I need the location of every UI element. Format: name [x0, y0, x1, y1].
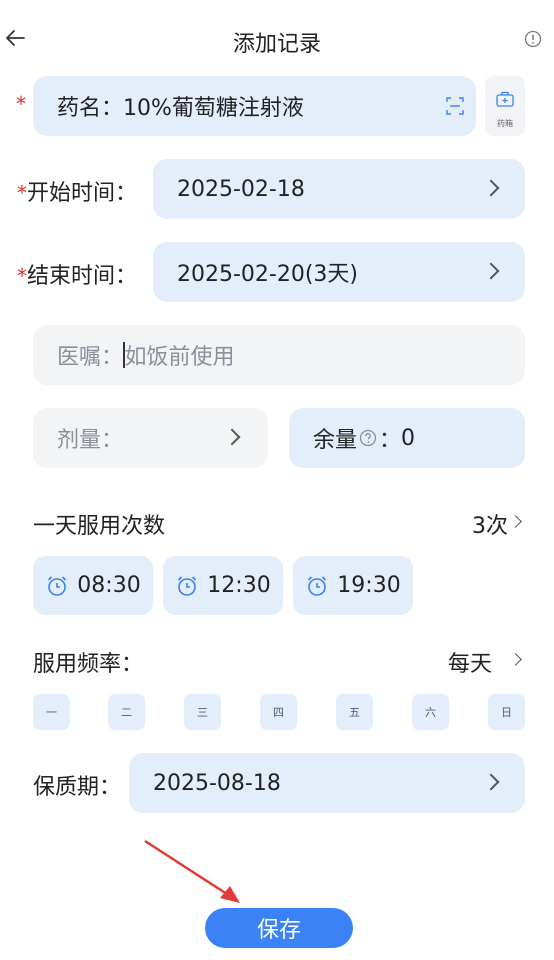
page-title: 添加记录 [232, 32, 321, 57]
drug-name-label: 药名： [57, 96, 124, 121]
medbox-button[interactable]: 药箱 [485, 76, 525, 136]
chevron-right-icon [509, 515, 522, 528]
save-button[interactable]: 保存 [205, 908, 353, 948]
reminder-time-value: 19:30 [337, 573, 401, 598]
times-per-day-selector[interactable]: 3次 [470, 508, 526, 539]
weekday-chip-wed[interactable]: 三 [184, 694, 221, 730]
annotation-arrow-icon [144, 839, 240, 903]
required-mark: * [17, 181, 27, 205]
shelf-life-label: 保质期： [33, 775, 122, 800]
weekday-chip-sat[interactable]: 六 [412, 694, 449, 730]
reminder-time-value: 12:30 [207, 573, 271, 598]
end-time-label: *结束时间： [17, 264, 138, 289]
info-icon[interactable] [524, 30, 542, 48]
weekday-chip-fri[interactable]: 五 [336, 694, 373, 730]
advice-label: 医嘱： [57, 345, 124, 370]
frequency-selector[interactable]: 每天 [446, 646, 526, 677]
advice-placeholder: 如饭前使用 [124, 345, 235, 370]
remaining-field[interactable]: 余量 ： 0 [289, 408, 525, 468]
weekday-chip-sun[interactable]: 日 [488, 694, 525, 730]
frequency-value: 每天 [448, 652, 493, 677]
reminder-time-chip[interactable]: 08:30 [33, 556, 153, 615]
weekday-chip-tue[interactable]: 二 [108, 694, 145, 730]
start-time-field[interactable]: 2025-02-18 [153, 159, 525, 219]
reminder-time-value: 08:30 [77, 573, 141, 598]
chevron-right-icon [482, 773, 500, 791]
shelf-life-value: 2025-08-18 [153, 770, 281, 796]
alarm-clock-icon [178, 575, 197, 596]
reminder-time-chip[interactable]: 12:30 [163, 556, 283, 615]
end-time-value: 2025-02-20(3天) [177, 262, 359, 287]
dose-field[interactable]: 剂量： [33, 408, 268, 468]
alarm-clock-icon [48, 575, 67, 596]
drug-name-field[interactable]: 药名： 10%葡萄糖注射液 [33, 76, 476, 136]
chevron-right-icon [509, 653, 522, 666]
weekday-chip-thu[interactable]: 四 [260, 694, 297, 730]
reminder-time-chip[interactable]: 19:30 [293, 556, 413, 615]
alarm-clock-icon [308, 575, 327, 596]
start-time-label: *开始时间： [17, 181, 138, 206]
remaining-value: 0 [401, 425, 416, 451]
chevron-right-icon [482, 262, 500, 280]
drug-name-value: 10%葡萄糖注射液 [123, 96, 304, 121]
end-time-field[interactable]: 2025-02-20(3天) [153, 242, 525, 302]
frequency-label: 服用频率： [33, 652, 144, 677]
times-per-day-value: 3次 [472, 514, 508, 539]
times-per-day-label: 一天服用次数 [33, 514, 166, 539]
medbox-label: 药箱 [497, 119, 513, 128]
chevron-right-icon [223, 428, 241, 446]
start-time-value: 2025-02-18 [177, 176, 305, 202]
remaining-label: 余量 [313, 428, 358, 453]
required-mark: * [16, 92, 26, 116]
help-icon[interactable] [359, 429, 377, 447]
shelf-life-field[interactable]: 2025-08-18 [129, 753, 525, 813]
scan-icon[interactable] [446, 97, 464, 115]
dose-label: 剂量： [57, 428, 124, 453]
weekday-chip-mon[interactable]: 一 [33, 694, 70, 730]
medbox-icon [496, 91, 514, 107]
advice-field[interactable]: 医嘱： 如饭前使用 [33, 325, 525, 385]
chevron-right-icon [482, 179, 500, 197]
required-mark: * [17, 264, 27, 288]
